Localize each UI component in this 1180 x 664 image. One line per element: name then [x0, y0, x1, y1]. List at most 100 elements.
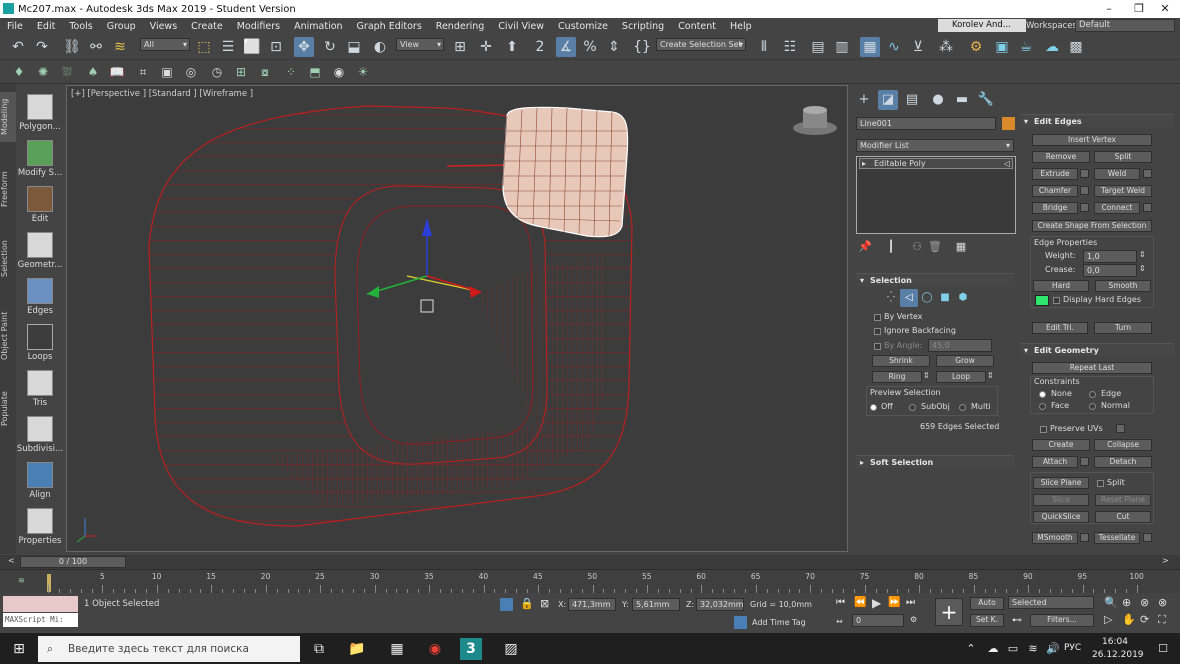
snaps-toggle-icon[interactable]: 2	[530, 37, 550, 57]
grow-button[interactable]: Grow	[936, 355, 994, 367]
grid-icon[interactable]: ⛆	[58, 63, 76, 81]
configure-modifier-sets-icon[interactable]: ▦	[952, 238, 970, 256]
hierarchy-tab-icon[interactable]: ▤	[902, 90, 922, 110]
modify-selection-button[interactable]: Modify S...	[16, 138, 64, 184]
connect-settings-icon[interactable]	[1143, 203, 1152, 212]
redo-icon[interactable]: ↷	[32, 37, 52, 57]
viewcube[interactable]	[793, 106, 837, 135]
display-hard-edges-checkbox[interactable]	[1053, 297, 1060, 304]
cut-button[interactable]: Cut	[1095, 511, 1151, 523]
vertex-mode-icon[interactable]: ⁛	[882, 289, 900, 307]
menu-create[interactable]: Create	[184, 21, 230, 32]
modifier-list-dropdown[interactable]: Modifier List ▾	[856, 139, 1014, 152]
unlink-icon[interactable]: ⚯	[86, 37, 106, 57]
chrome-icon[interactable]: ◉	[424, 638, 446, 660]
select-object-icon[interactable]: ⬚	[194, 37, 214, 57]
link-icon[interactable]: ⛓	[62, 37, 82, 57]
angle-spinner[interactable]: 45,0	[928, 339, 992, 352]
menu-scripting[interactable]: Scripting	[615, 21, 671, 32]
pin-stack-icon[interactable]: 📌	[856, 238, 874, 256]
time-prev-icon[interactable]: <	[8, 556, 15, 565]
loops-button[interactable]: Loops	[16, 322, 64, 368]
weld-button[interactable]: Weld	[1094, 168, 1140, 180]
onedrive-icon[interactable]: ☁	[982, 638, 1004, 660]
window-crossing-icon[interactable]: ⊡	[266, 37, 286, 57]
mirror-icon[interactable]: ⫴	[754, 37, 774, 57]
percent-snap-icon[interactable]: %	[580, 37, 600, 57]
x-coordinate-field[interactable]: 471,3mm	[568, 598, 616, 611]
weld-settings-icon[interactable]	[1143, 169, 1152, 178]
insert-vertex-button[interactable]: Insert Vertex	[1032, 134, 1152, 146]
select-by-name-icon[interactable]: ☰	[218, 37, 238, 57]
polygon-mode-icon[interactable]: ■	[936, 289, 954, 307]
show-end-result-icon[interactable]: ┃	[882, 238, 900, 256]
battery-icon[interactable]: ▭	[1002, 638, 1024, 660]
slice-plane-button[interactable]: Slice Plane	[1033, 477, 1089, 489]
create-button[interactable]: Create	[1032, 439, 1090, 451]
attach-button[interactable]: Attach	[1032, 456, 1078, 468]
orbit-icon[interactable]: ⟳	[1140, 613, 1149, 626]
preview-subobj-radio[interactable]	[909, 404, 916, 411]
clock-icon[interactable]: ◷	[208, 63, 226, 81]
align-button[interactable]: Align	[16, 460, 64, 506]
remove-modifier-icon[interactable]: 🗑	[926, 238, 944, 256]
language-indicator[interactable]: РУС	[1064, 643, 1081, 653]
undo-icon[interactable]: ↶	[8, 37, 28, 57]
quickslice-button[interactable]: QuickSlice	[1033, 511, 1089, 523]
constraint-face-radio[interactable]	[1039, 403, 1046, 410]
ribbon-toggle-icon[interactable]: ▦	[860, 37, 880, 57]
loop-icon[interactable]: ◎	[182, 63, 200, 81]
by-angle-checkbox[interactable]	[874, 343, 881, 350]
bind-spacewarp-icon[interactable]: ≋	[110, 37, 130, 57]
expand-icon[interactable]: ▸	[862, 159, 866, 168]
modify-tab-icon[interactable]: ◪	[878, 90, 898, 110]
tris-button[interactable]: Tris	[16, 368, 64, 414]
rectangular-selection-icon[interactable]: ⬜	[242, 37, 262, 57]
extrude-settings-icon[interactable]	[1080, 169, 1089, 178]
pan-icon[interactable]: ✋	[1122, 613, 1136, 626]
menu-civil-view[interactable]: Civil View	[491, 21, 551, 32]
time-tag-icon[interactable]	[734, 616, 747, 629]
tab-selection[interactable]: Selection	[0, 234, 16, 284]
menu-graph-editors[interactable]: Graph Editors	[350, 21, 429, 32]
gear-small-icon[interactable]: ✺	[34, 63, 52, 81]
hard-button[interactable]: Hard	[1033, 280, 1089, 292]
time-slider-thumb[interactable]: 0 / 100	[20, 556, 126, 568]
image-icon[interactable]: ▣	[158, 63, 176, 81]
edge-mode-icon[interactable]: ◁	[900, 289, 918, 307]
book-icon[interactable]: 📖	[108, 63, 126, 81]
zoom-extents-all-icon[interactable]: ⊗	[1158, 596, 1167, 609]
loop-button[interactable]: Loop	[936, 371, 986, 383]
connect-button[interactable]: Connect	[1094, 202, 1140, 214]
photos-icon[interactable]: ▨	[500, 638, 522, 660]
remove-button[interactable]: Remove	[1032, 151, 1090, 163]
extrude-button[interactable]: Extrude	[1032, 168, 1078, 180]
material-editor-icon[interactable]: ⁂	[936, 37, 956, 57]
mini-curve-editor-icon[interactable]: ≋	[18, 576, 25, 585]
edit-edges-rollout-header[interactable]: Edit Edges	[1020, 114, 1174, 128]
menu-edit[interactable]: Edit	[30, 21, 62, 32]
menu-customize[interactable]: Customize	[551, 21, 615, 32]
polygon-modeling-button[interactable]: Polygon...	[16, 92, 64, 138]
volume-icon[interactable]: 🔊	[1042, 638, 1064, 660]
named-selection-set-dropdown[interactable]: Create Selection Set	[656, 38, 746, 51]
display-tab-icon[interactable]: ▬	[952, 90, 972, 110]
maxscript-listener-output[interactable]	[3, 596, 78, 612]
reset-plane-button[interactable]: Reset Plane	[1095, 494, 1151, 506]
file-explorer-icon[interactable]: 📁	[346, 638, 368, 660]
edges-button[interactable]: Edges	[16, 276, 64, 322]
isolate-selection-icon[interactable]	[500, 598, 513, 611]
curve-editor-icon[interactable]: ∿	[884, 37, 904, 57]
perspective-viewport[interactable]: [+] [Perspective ] [Standard ] [Wirefram…	[66, 85, 848, 552]
motion-tab-icon[interactable]: ●	[928, 90, 948, 110]
menu-modifiers[interactable]: Modifiers	[230, 21, 287, 32]
object-name-field[interactable]: Line001	[856, 117, 996, 130]
maximize-viewport-icon[interactable]: ⛶	[1158, 613, 1166, 627]
next-frame-icon[interactable]: ⏩	[888, 597, 900, 608]
hard-edge-color-swatch[interactable]	[1035, 295, 1049, 306]
goto-start-icon[interactable]: ⏮	[836, 597, 845, 608]
camera-icon[interactable]: ⧇	[256, 63, 274, 81]
tab-freeform[interactable]: Freeform	[0, 164, 16, 214]
preview-off-radio[interactable]	[870, 404, 877, 411]
edit-geometry-rollout-header[interactable]: Edit Geometry	[1020, 343, 1174, 357]
